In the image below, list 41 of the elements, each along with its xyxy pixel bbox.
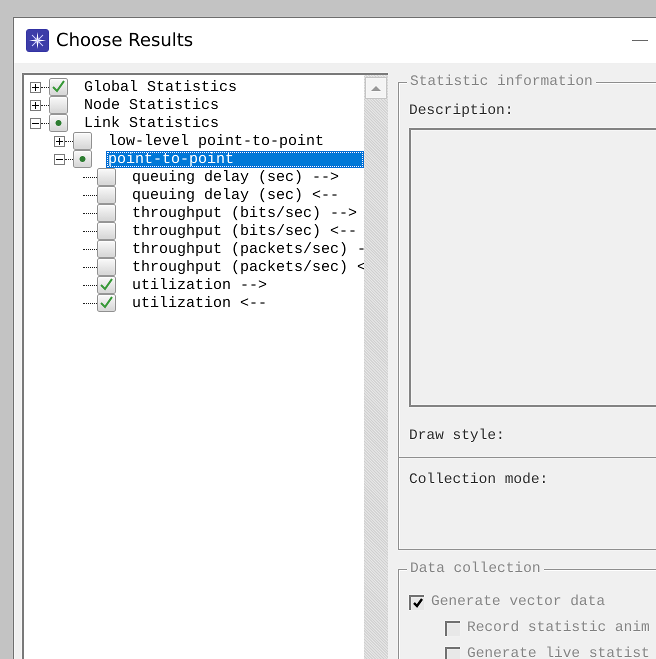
tree-item[interactable]: utilization --> [130,276,270,294]
option-label: Generate live statist [467,646,650,659]
expander-button[interactable] [54,154,65,164]
tree-item[interactable]: throughput (bits/sec) --> [130,204,360,222]
field-label: Description: [409,102,514,120]
checkbox[interactable] [97,204,116,222]
expander-button[interactable] [30,82,41,92]
checkbox[interactable] [97,240,116,258]
checkbox[interactable] [97,222,116,240]
tree-item[interactable]: throughput (bits/sec) <-- [130,222,360,240]
field-label: Collection mode: [409,471,550,489]
checkbox[interactable] [49,96,68,114]
scroll-up-button[interactable] [365,77,387,99]
checkbox[interactable] [49,114,68,132]
field-label: Draw style: [409,427,506,445]
tree-item[interactable]: queuing delay (sec) --> [130,168,342,186]
checkbox[interactable] [97,186,116,204]
tree-item[interactable]: throughput (packets/sec) - [130,240,368,258]
tree-item[interactable]: Global Statistics [82,78,240,96]
tree-item[interactable]: point-to-point [106,150,364,168]
tree-item[interactable]: Node Statistics [82,96,222,114]
option-label: Record statistic anim [467,620,650,636]
checkbox[interactable] [97,294,116,312]
expander-button[interactable] [30,118,41,128]
tree-item[interactable]: utilization <-- [130,294,270,312]
expander-button[interactable] [54,136,65,146]
scrollbar[interactable] [364,75,388,659]
checkbox[interactable] [73,150,92,168]
checkbox[interactable] [73,132,92,150]
checkbox[interactable] [97,276,116,294]
tree-item[interactable]: low-level point-to-point [106,132,326,150]
tree-item[interactable]: queuing delay (sec) <-- [130,186,342,204]
option-label: Generate vector data [431,594,606,610]
checkbox[interactable] [49,78,68,96]
description-box[interactable] [409,128,656,407]
expander-button[interactable] [30,100,41,110]
window-title: Choose Results [56,30,194,51]
tree-item[interactable]: Link Statistics [82,114,222,132]
checkbox[interactable] [97,168,116,186]
checkbox[interactable] [97,258,116,276]
sparkle-icon [26,29,49,52]
